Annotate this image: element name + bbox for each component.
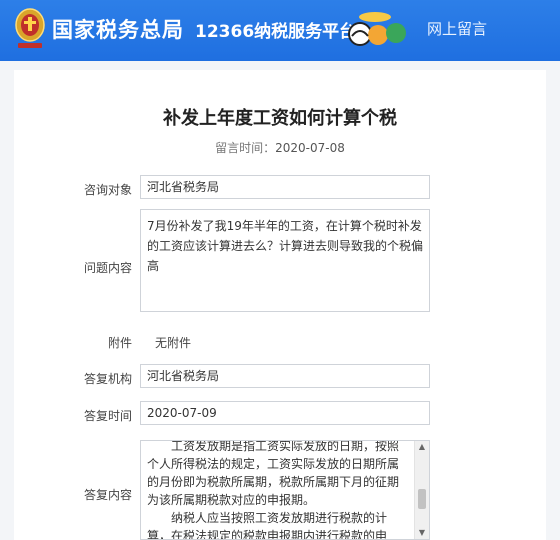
- reply-org-field[interactable]: 河北省税务局: [140, 364, 430, 388]
- scroll-up-arrow-icon[interactable]: ▲: [415, 441, 429, 453]
- reply-time-field[interactable]: 2020-07-09: [140, 401, 430, 425]
- reply-content-textarea[interactable]: 工资发放期是指工资实际发放的日期，按照个人所得税法的规定，工资实际发放的日期所属…: [140, 440, 430, 540]
- consult-target-field[interactable]: 河北省税务局: [140, 175, 430, 199]
- online-message-link[interactable]: 网上留言: [427, 18, 487, 39]
- message-date-value: 2020-07-08: [275, 141, 345, 155]
- brand-title: 国家税务总局: [52, 18, 184, 42]
- platform-title: 12366纳税服务平台: [195, 22, 357, 42]
- site-header: 国家税务总局 12366纳税服务平台 网上留言: [0, 0, 560, 61]
- reply-org-label: 答复机构: [83, 372, 132, 386]
- tax-emblem-icon: [15, 8, 45, 48]
- message-date: 留言时间：2020-07-08: [0, 139, 560, 156]
- scrollbar-thumb[interactable]: [418, 489, 426, 509]
- reply-time-label: 答复时间: [83, 409, 132, 423]
- message-date-label: 留言时间：: [215, 141, 276, 155]
- reply-paragraph: 工资发放期是指工资实际发放的日期，按照个人所得税法的规定，工资实际发放的日期所属…: [147, 440, 400, 507]
- reply-scrollbar[interactable]: ▲ ▼: [414, 441, 429, 539]
- attachment-value: 无附件: [155, 336, 192, 350]
- question-label: 问题内容: [83, 261, 132, 275]
- reply-content-label: 答复内容: [83, 488, 132, 502]
- question-textarea[interactable]: 7月份补发了我19年半年的工资，在计算个税时补发的工资应该计算进去么？计算进去则…: [140, 209, 430, 312]
- consult-target-label: 咨询对象: [83, 183, 132, 197]
- scroll-down-arrow-icon[interactable]: ▼: [415, 527, 429, 539]
- attachment-label: 附件: [107, 336, 132, 350]
- page-title: 补发上年度工资如何计算个税: [163, 108, 397, 129]
- reply-paragraph: 纳税人应当按照工资发放期进行税款的计算，在税法规定的税款申报期内进行税款的申报。: [147, 511, 388, 540]
- mascot-logo-icon: [348, 12, 406, 46]
- reply-content-text: 工资发放期是指工资实际发放的日期，按照个人所得税法的规定，工资实际发放的日期所属…: [147, 440, 405, 540]
